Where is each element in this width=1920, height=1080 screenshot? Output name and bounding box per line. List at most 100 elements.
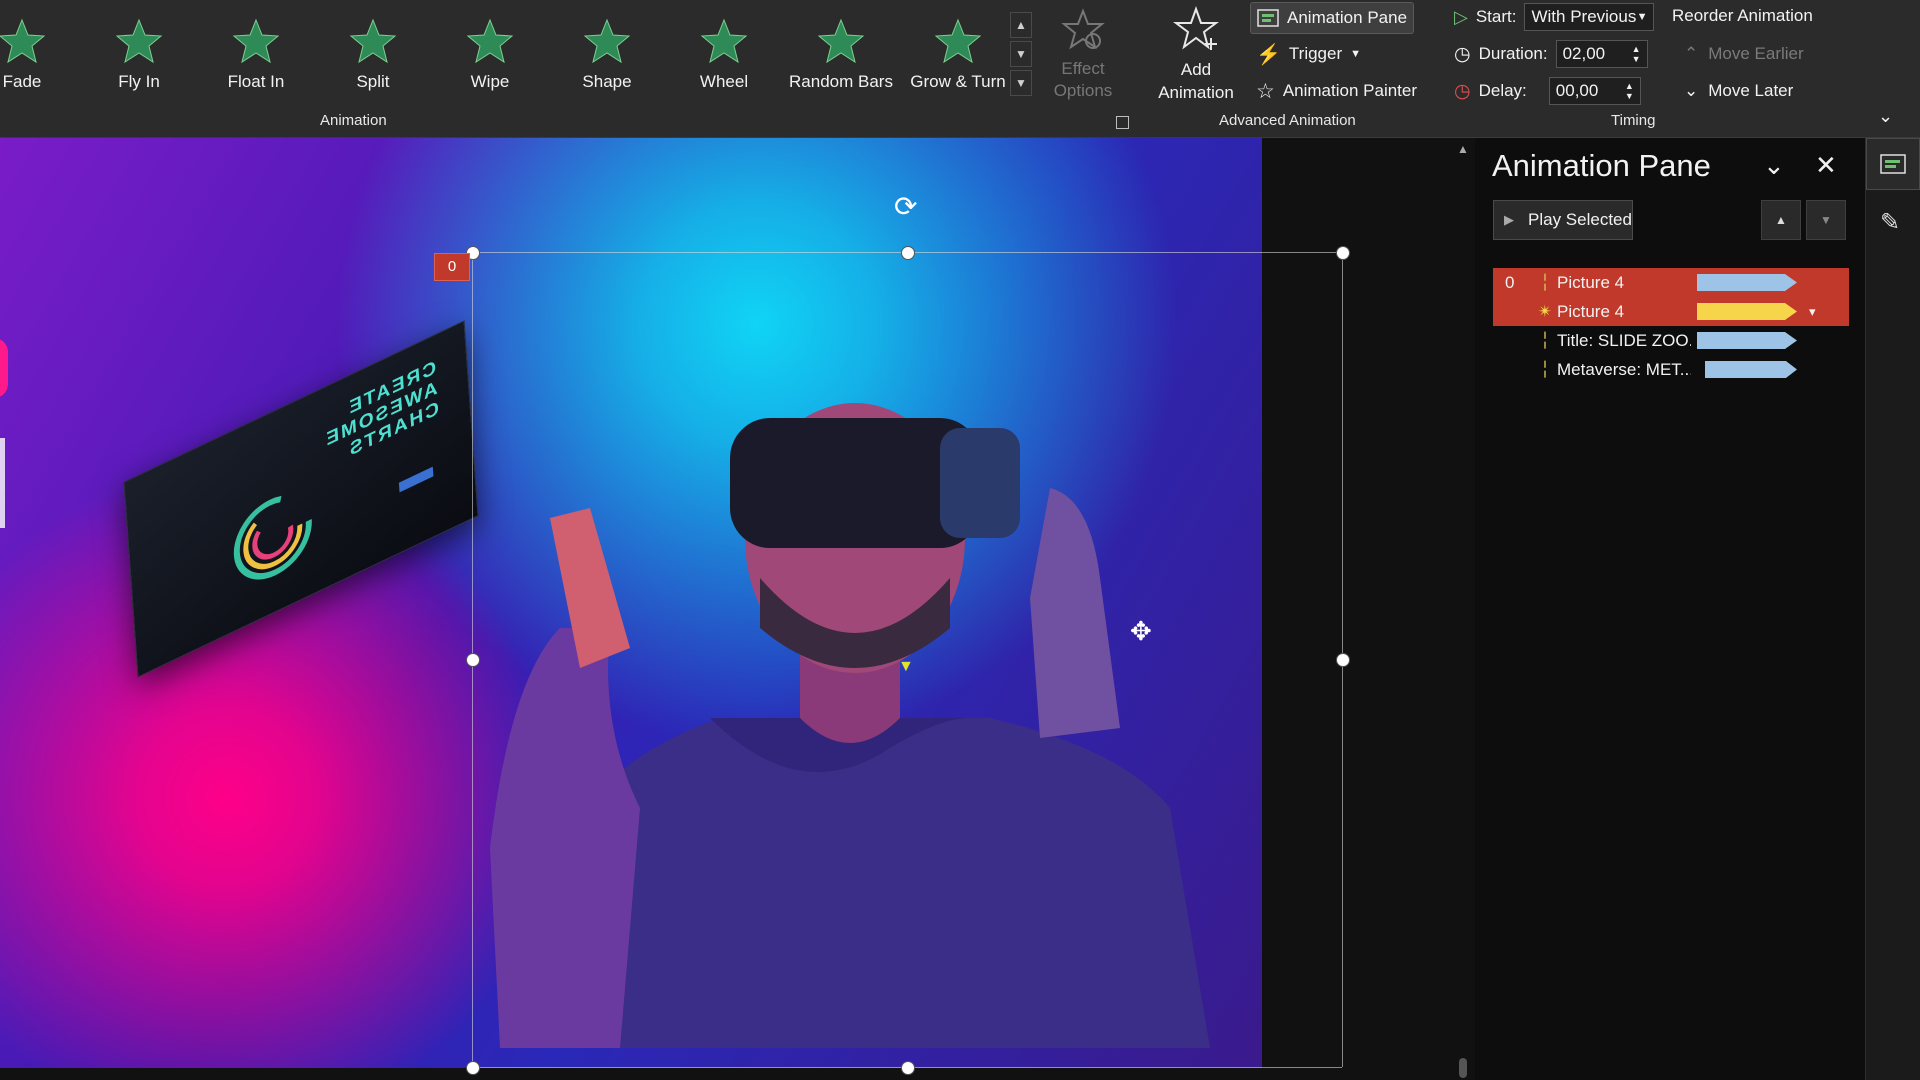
- delay-row: ◷ Delay: 00,00 ▲ ▼: [1454, 76, 1641, 106]
- resize-handle-ne[interactable]: [1336, 246, 1350, 260]
- animation-effect-3[interactable]: Split: [317, 18, 429, 92]
- animation-effect-4[interactable]: Wipe: [434, 18, 546, 92]
- dialog-launcher-icon[interactable]: [1116, 116, 1129, 129]
- scroll-up-icon[interactable]: ▲: [1453, 138, 1473, 156]
- resize-handle-s[interactable]: [901, 1061, 915, 1075]
- wipe-star-icon: [466, 18, 514, 64]
- resize-handle-w[interactable]: [466, 653, 480, 667]
- painter-star-icon: ☆: [1256, 79, 1275, 103]
- emphasis-star-icon: ✴: [1537, 301, 1553, 321]
- scroll-thumb[interactable]: [1459, 1058, 1467, 1078]
- delay-spinner[interactable]: 00,00 ▲ ▼: [1548, 77, 1641, 105]
- delay-label: Delay:: [1478, 81, 1527, 100]
- animation-pane-icon: [1257, 9, 1279, 27]
- animation-effect-8[interactable]: Grow & Turn: [902, 18, 1014, 92]
- play-icon: ▶: [1504, 212, 1514, 227]
- start-label: Start:: [1475, 7, 1517, 26]
- reorder-animation-label: Reorder Animation: [1672, 6, 1813, 25]
- add-animation-button[interactable]: Add Animation: [1140, 6, 1252, 104]
- animation-order-number: 0: [1505, 272, 1515, 292]
- chevron-down-icon: ▼: [1350, 48, 1362, 60]
- close-icon[interactable]: ✕: [1815, 150, 1837, 181]
- timing-group-label: Timing: [1611, 112, 1656, 129]
- spinner-arrows-icon[interactable]: ▲ ▼: [1625, 81, 1634, 101]
- rotate-handle-icon[interactable]: ⟳: [894, 190, 917, 223]
- animation-item-name: Picture 4: [1557, 272, 1625, 292]
- delay-value: 00,00: [1555, 81, 1599, 100]
- pane-title: Animation Pane: [1492, 148, 1711, 183]
- effect-options-label: Effect Options: [1053, 59, 1113, 100]
- delay-clock-icon: ◷: [1454, 80, 1471, 102]
- move-later-label: Move Later: [1708, 81, 1794, 100]
- animation-list-item[interactable]: ╎ Title: SLIDE ZOO...: [1493, 326, 1849, 355]
- item-dropdown-icon[interactable]: ▾: [1809, 304, 1816, 320]
- designer-tab-icon[interactable]: ✎: [1880, 208, 1900, 237]
- random-bars-star-icon: [817, 18, 865, 64]
- animation-list-item[interactable]: ✴ Picture 4 ▾: [1493, 297, 1849, 326]
- resize-handle-e[interactable]: [1336, 653, 1350, 667]
- move-later-button[interactable]: ⌄ Move Later: [1684, 81, 1793, 101]
- animation-effect-label: Split: [356, 72, 390, 91]
- slide-canvas[interactable]: CREATE AWESOME CHARTS ⟳ 0 ▼ ✥ ▲: [0, 138, 1480, 1080]
- trigger-button[interactable]: ⚡ Trigger ▼: [1250, 39, 1367, 69]
- animation-effect-label: Random Bars: [789, 72, 893, 91]
- chevron-down-icon: ⌄: [1684, 81, 1699, 100]
- timeline-bar[interactable]: [1697, 332, 1797, 349]
- effect-options-button[interactable]: Effect Options: [1045, 8, 1121, 102]
- move-earlier-button[interactable]: ⌃ Move Earlier: [1684, 44, 1804, 64]
- move-down-button[interactable]: ▼: [1806, 200, 1846, 240]
- play-selected-button[interactable]: ▶ Play Selected: [1493, 200, 1633, 240]
- lightning-icon: ⚡: [1256, 43, 1281, 66]
- animation-effect-5[interactable]: Shape: [551, 18, 663, 92]
- animation-pane-tab[interactable]: [1866, 138, 1920, 190]
- animation-pane-label: Animation Pane: [1287, 8, 1408, 27]
- gallery-scroll-down-icon[interactable]: ▼: [1010, 41, 1032, 67]
- canvas-vertical-scrollbar[interactable]: ▲: [1453, 138, 1473, 1080]
- entrance-icon: ╎: [1539, 330, 1551, 350]
- motion-path-marker-icon: ▼: [898, 658, 914, 675]
- animation-effect-label: Shape: [582, 72, 632, 91]
- chevron-down-icon: ▼: [1636, 11, 1648, 23]
- gallery-scrollbar[interactable]: ▲ ▼ ▼: [1010, 12, 1032, 96]
- timeline-bar[interactable]: [1705, 361, 1797, 378]
- duration-label: Duration:: [1478, 44, 1548, 63]
- float-in-star-icon: [232, 18, 280, 64]
- animation-pane-button[interactable]: Animation Pane: [1250, 2, 1415, 34]
- resize-handle-sw[interactable]: [466, 1061, 480, 1075]
- animation-effect-7[interactable]: Random Bars: [785, 18, 897, 92]
- slide[interactable]: CREATE AWESOME CHARTS ⟳ 0 ▼ ✥: [0, 138, 1350, 1075]
- animation-painter-label: Animation Painter: [1282, 81, 1418, 100]
- triangle-up-icon: ▲: [1775, 213, 1787, 227]
- gallery-more-icon[interactable]: ▼: [1010, 70, 1032, 96]
- timeline-bar[interactable]: [1697, 274, 1797, 291]
- gallery-scroll-up-icon[interactable]: ▲: [1010, 12, 1032, 38]
- add-animation-star-icon: [1173, 6, 1219, 50]
- resize-handle-n[interactable]: [901, 246, 915, 260]
- spinner-arrows-icon[interactable]: ▲ ▼: [1632, 44, 1641, 64]
- animation-order-tag[interactable]: 0: [434, 253, 470, 281]
- animation-effect-2[interactable]: Float In: [200, 18, 312, 92]
- triangle-down-icon: ▼: [1820, 213, 1832, 227]
- animation-effect-6[interactable]: Wheel: [668, 18, 780, 92]
- pane-options-chevron-icon[interactable]: ⌄: [1763, 150, 1785, 181]
- animation-effect-1[interactable]: Fly In: [83, 18, 195, 92]
- animation-item-name: Title: SLIDE ZOO...: [1557, 330, 1691, 350]
- entrance-icon: ╎: [1539, 359, 1551, 379]
- animation-list-item[interactable]: ╎ Metaverse: MET...: [1493, 355, 1849, 384]
- timeline-bar[interactable]: [1697, 303, 1797, 320]
- move-up-button[interactable]: ▲: [1761, 200, 1801, 240]
- animation-effect-label: Wipe: [470, 72, 510, 91]
- start-row: ▷ Start: With Previous ▼: [1454, 2, 1655, 32]
- animation-effect-label: Wheel: [699, 72, 749, 91]
- entrance-icon: ╎: [1539, 272, 1551, 292]
- duration-value: 02,00: [1562, 44, 1606, 63]
- animation-effect-0[interactable]: Fade: [0, 18, 78, 92]
- animation-list-item[interactable]: 0 ╎ Picture 4: [1493, 268, 1849, 297]
- duration-spinner[interactable]: 02,00 ▲ ▼: [1555, 40, 1648, 68]
- collapse-ribbon-icon[interactable]: ⌄: [1878, 106, 1893, 127]
- animation-painter-button[interactable]: ☆ Animation Painter: [1250, 76, 1423, 106]
- start-select[interactable]: With Previous ▼: [1524, 3, 1655, 31]
- advanced-animation-group-label: Advanced Animation: [1219, 112, 1356, 129]
- vr-person-image: [490, 403, 1210, 1048]
- play-triangle-icon: ▷: [1454, 6, 1468, 27]
